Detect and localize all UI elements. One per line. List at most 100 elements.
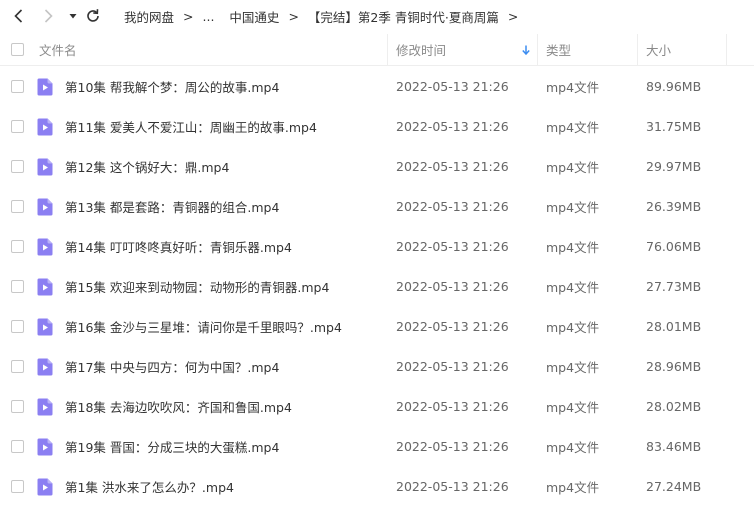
row-checkbox[interactable] — [11, 440, 24, 453]
file-size: 28.01MB — [646, 318, 702, 334]
video-file-icon — [37, 198, 53, 216]
file-row[interactable]: 第17集 中央与四方：何为中国？.mp4 2022-05-13 21:26 mp4文… — [0, 346, 754, 386]
row-checkbox[interactable] — [11, 80, 24, 93]
file-modified-time: 2022-05-13 21:26 — [396, 398, 509, 414]
file-type: mp4文件 — [546, 239, 600, 255]
file-type: mp4文件 — [546, 439, 600, 455]
column-header-size[interactable]: 大小 — [646, 34, 671, 65]
row-checkbox[interactable] — [11, 160, 24, 173]
file-modified-time: 2022-05-13 21:26 — [396, 278, 509, 294]
file-size: 28.02MB — [646, 398, 702, 414]
row-checkbox[interactable] — [11, 320, 24, 333]
file-type: mp4文件 — [546, 119, 600, 135]
row-checkbox[interactable] — [11, 240, 24, 253]
file-modified-time: 2022-05-13 21:26 — [396, 358, 509, 374]
back-button[interactable] — [9, 6, 29, 26]
breadcrumb-separator: > — [507, 8, 519, 24]
file-type: mp4文件 — [546, 359, 600, 375]
file-modified-time: 2022-05-13 21:26 — [396, 78, 509, 94]
column-divider[interactable] — [637, 34, 638, 65]
forward-button[interactable] — [38, 6, 58, 26]
column-divider[interactable] — [537, 34, 538, 65]
breadcrumb-item-my-drive[interactable]: 我的网盘 — [124, 7, 174, 26]
file-modified-time: 2022-05-13 21:26 — [396, 198, 509, 214]
file-size: 28.96MB — [646, 358, 702, 374]
file-list-header: 文件名 修改时间 类型 大小 — [0, 34, 754, 66]
file-type: mp4文件 — [546, 319, 600, 335]
file-row[interactable]: 第10集 帮我解个梦：周公的故事.mp4 2022-05-13 21:26 mp4文… — [0, 66, 754, 106]
file-name[interactable]: 第17集 中央与四方：何为中国？.mp4 — [65, 346, 279, 386]
file-type: mp4文件 — [546, 159, 600, 175]
video-file-icon — [37, 318, 53, 336]
file-name[interactable]: 第14集 叮叮咚咚真好听：青铜乐器.mp4 — [65, 226, 292, 266]
file-type: mp4文件 — [546, 199, 600, 215]
file-size: 76.06MB — [646, 238, 702, 254]
file-list: 第10集 帮我解个梦：周公的故事.mp4 2022-05-13 21:26 mp4文… — [0, 66, 754, 506]
file-size: 27.24MB — [646, 478, 702, 494]
breadcrumb-item-current-folder[interactable]: 【完结】第2季 青铜时代·夏商周篇 — [308, 7, 499, 26]
file-name[interactable]: 第10集 帮我解个梦：周公的故事.mp4 — [65, 66, 279, 106]
video-file-icon — [37, 358, 53, 376]
row-checkbox[interactable] — [11, 400, 24, 413]
file-row[interactable]: 第14集 叮叮咚咚真好听：青铜乐器.mp4 2022-05-13 21:26 mp4… — [0, 226, 754, 266]
video-file-icon — [37, 398, 53, 416]
row-checkbox[interactable] — [11, 120, 24, 133]
file-modified-time: 2022-05-13 21:26 — [396, 438, 509, 454]
file-size: 31.75MB — [646, 118, 702, 134]
video-file-icon — [37, 238, 53, 256]
navigation-bar: 我的网盘 > ... 中国通史 > 【完结】第2季 青铜时代·夏商周篇 > — [0, 0, 754, 34]
file-name[interactable]: 第15集 欢迎来到动物园：动物形的青铜器.mp4 — [65, 266, 329, 306]
file-name[interactable]: 第12集 这个锅好大：鼎.mp4 — [65, 146, 229, 186]
column-header-name[interactable]: 文件名 — [39, 34, 77, 65]
video-file-icon — [37, 158, 53, 176]
column-divider[interactable] — [387, 34, 388, 65]
column-header-modified[interactable]: 修改时间 — [396, 34, 446, 65]
select-all-checkbox[interactable] — [11, 43, 24, 56]
file-type: mp4文件 — [546, 79, 600, 95]
video-file-icon — [37, 438, 53, 456]
file-modified-time: 2022-05-13 21:26 — [396, 478, 509, 494]
file-name[interactable]: 第1集 洪水来了怎么办？.mp4 — [65, 466, 234, 506]
file-modified-time: 2022-05-13 21:26 — [396, 238, 509, 254]
file-name[interactable]: 第19集 晋国：分成三块的大蛋糕.mp4 — [65, 426, 279, 466]
file-size: 83.46MB — [646, 438, 702, 454]
row-checkbox[interactable] — [11, 480, 24, 493]
row-checkbox[interactable] — [11, 280, 24, 293]
history-dropdown-button[interactable] — [66, 6, 80, 26]
video-file-icon — [37, 78, 53, 96]
file-size: 29.97MB — [646, 158, 702, 174]
row-checkbox[interactable] — [11, 360, 24, 373]
breadcrumb-item-ellipsis[interactable]: ... — [203, 9, 215, 24]
video-file-icon — [37, 278, 53, 296]
chevron-right-icon — [44, 9, 53, 23]
file-row[interactable]: 第11集 爱美人不爱江山：周幽王的故事.mp4 2022-05-13 21:26 m… — [0, 106, 754, 146]
breadcrumb-separator: > — [183, 8, 194, 24]
breadcrumb-item-history[interactable]: 中国通史 — [229, 7, 279, 26]
file-row[interactable]: 第1集 洪水来了怎么办？.mp4 2022-05-13 21:26 mp4文件 27.… — [0, 466, 754, 506]
file-name[interactable]: 第18集 去海边吹吹风：齐国和鲁国.mp4 — [65, 386, 292, 426]
refresh-icon — [87, 9, 99, 22]
breadcrumb: 我的网盘 > ... 中国通史 > 【完结】第2季 青铜时代·夏商周篇 > — [124, 0, 527, 32]
column-header-type[interactable]: 类型 — [546, 34, 571, 65]
refresh-button[interactable] — [83, 6, 103, 26]
file-row[interactable]: 第12集 这个锅好大：鼎.mp4 2022-05-13 21:26 mp4文件 29.… — [0, 146, 754, 186]
file-modified-time: 2022-05-13 21:26 — [396, 118, 509, 134]
file-row[interactable]: 第18集 去海边吹吹风：齐国和鲁国.mp4 2022-05-13 21:26 mp4… — [0, 386, 754, 426]
file-row[interactable]: 第15集 欢迎来到动物园：动物形的青铜器.mp4 2022-05-13 21:26… — [0, 266, 754, 306]
sort-down-arrow-icon — [522, 45, 530, 55]
file-name[interactable]: 第13集 都是套路：青铜器的组合.mp4 — [65, 186, 279, 226]
file-row[interactable]: 第13集 都是套路：青铜器的组合.mp4 2022-05-13 21:26 mp4文… — [0, 186, 754, 226]
file-type: mp4文件 — [546, 279, 600, 295]
row-checkbox[interactable] — [11, 200, 24, 213]
file-size: 26.39MB — [646, 198, 702, 214]
file-modified-time: 2022-05-13 21:26 — [396, 158, 509, 174]
column-divider[interactable] — [726, 34, 727, 65]
select-all-cell — [11, 34, 24, 65]
file-type: mp4文件 — [546, 399, 600, 415]
file-name[interactable]: 第11集 爱美人不爱江山：周幽王的故事.mp4 — [65, 106, 317, 146]
video-file-icon — [37, 478, 53, 496]
file-row[interactable]: 第19集 晋国：分成三块的大蛋糕.mp4 2022-05-13 21:26 mp4文… — [0, 426, 754, 466]
sort-indicator[interactable] — [521, 34, 531, 65]
file-row[interactable]: 第16集 金沙与三星堆：请问你是千里眼吗？.mp4 2022-05-13 21:2… — [0, 306, 754, 346]
file-name[interactable]: 第16集 金沙与三星堆：请问你是千里眼吗？.mp4 — [65, 306, 342, 346]
